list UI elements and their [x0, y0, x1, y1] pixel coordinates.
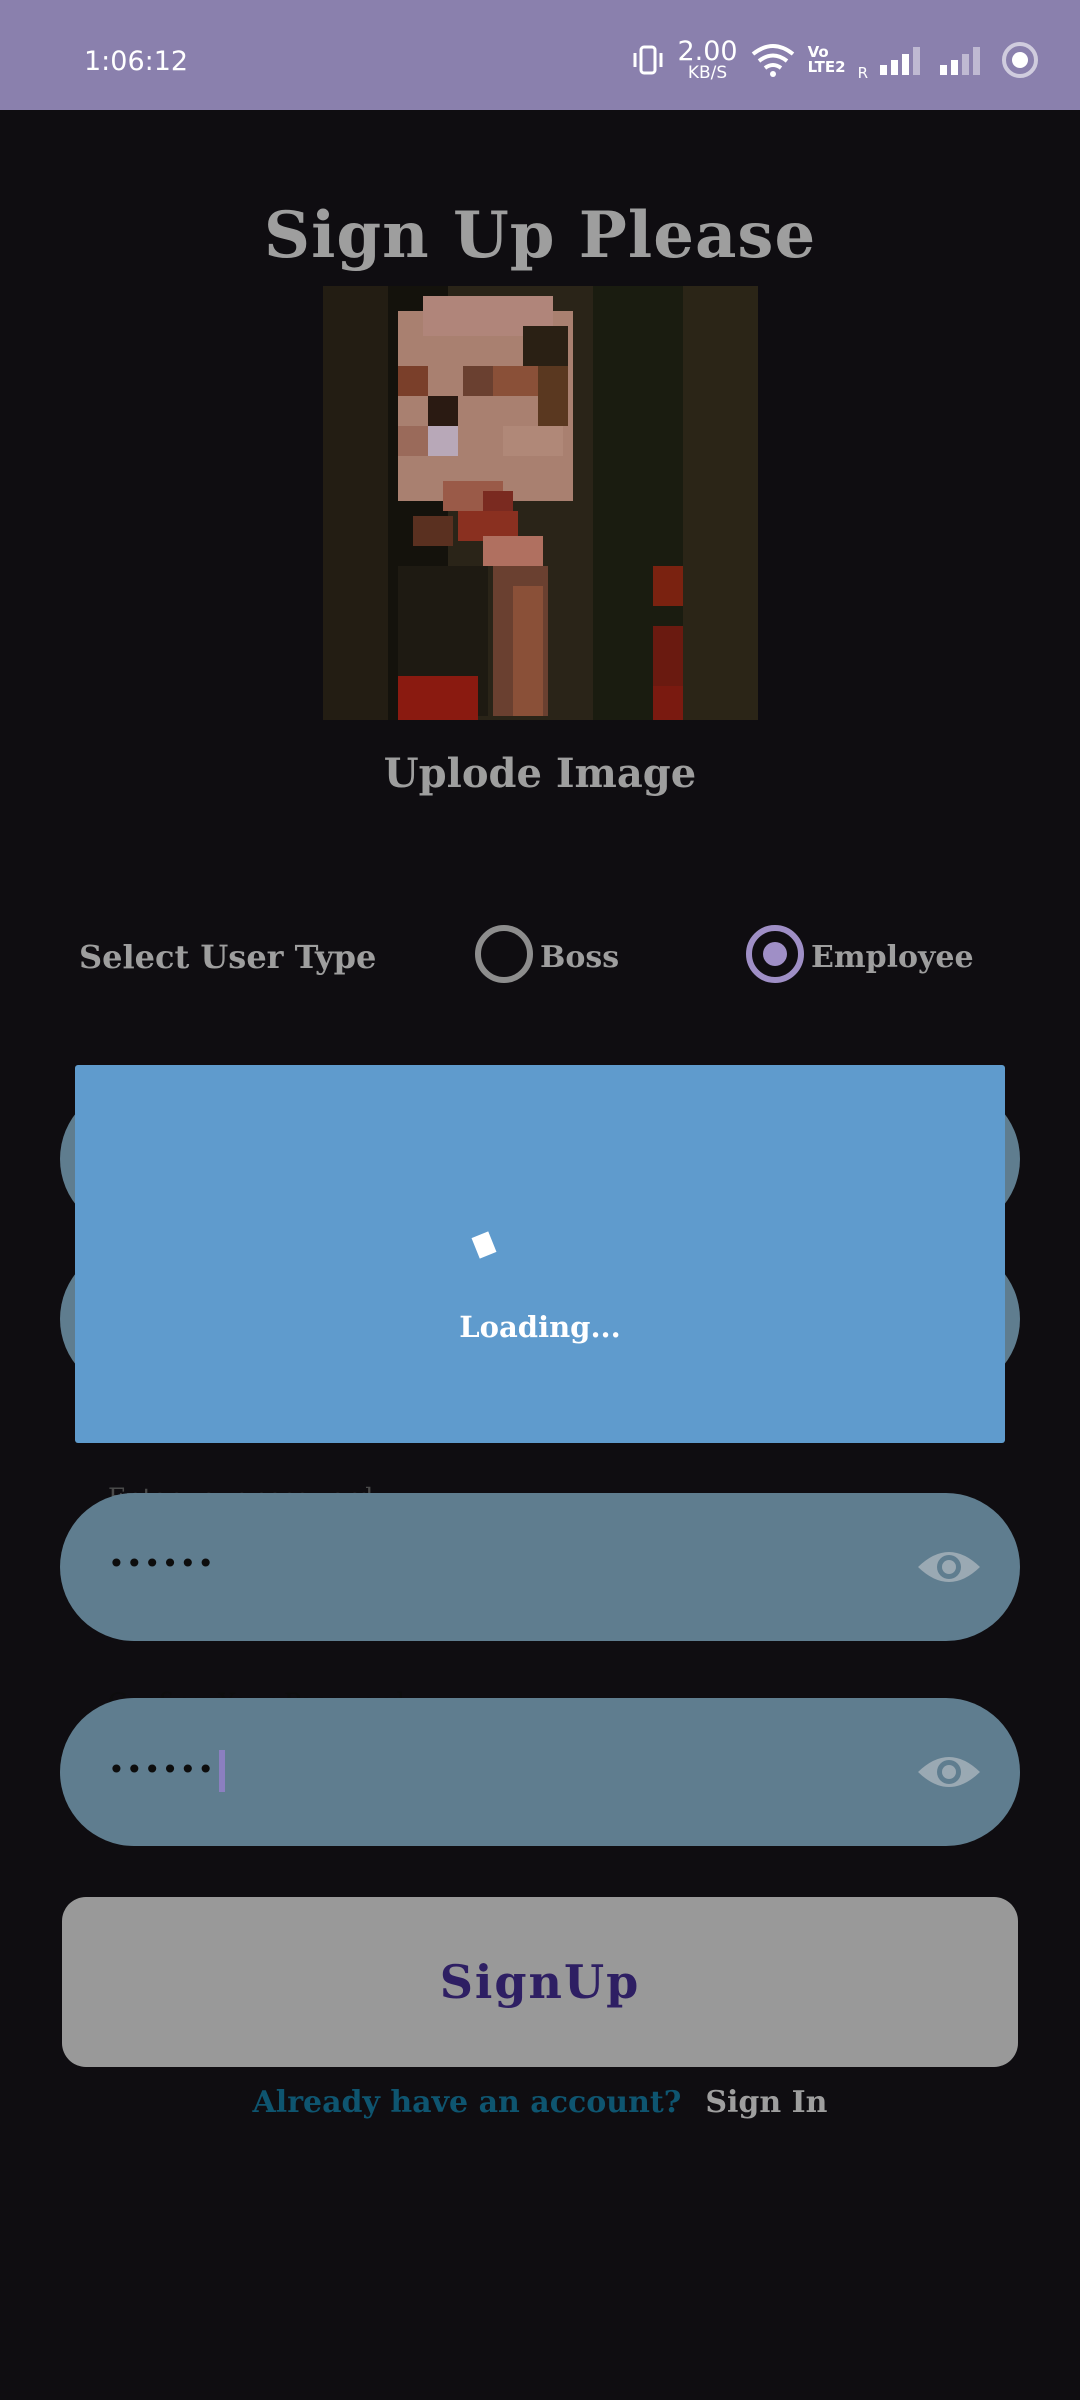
password-value: •••••• — [108, 1547, 216, 1580]
signup-button[interactable]: SignUp — [62, 1897, 1018, 2067]
status-time: 1:06:12 — [84, 46, 189, 77]
volte-line-2: LTE2 — [807, 58, 846, 76]
network-speed-unit: KB/S — [687, 63, 728, 83]
confirm-password-dots: •••••• — [108, 1753, 216, 1786]
status-icons: 2.00 KB/S Vo LTE2 R — [631, 30, 1040, 90]
radio-employee[interactable] — [746, 925, 804, 983]
loading-text: Loading... — [459, 1310, 621, 1344]
eye-icon[interactable] — [916, 1750, 982, 1794]
network-speed-value: 2.00 — [677, 36, 738, 67]
radio-employee-label[interactable]: Employee — [811, 940, 974, 975]
signal-sim1-icon — [880, 47, 920, 75]
loading-dialog — [75, 1065, 1005, 1443]
radio-boss-label[interactable]: Boss — [540, 940, 619, 975]
volte-indicator: Vo LTE2 — [808, 45, 846, 75]
text-cursor — [219, 1750, 226, 1792]
user-type-label: Select User Type — [79, 938, 377, 976]
confirm-password-field[interactable]: •••••• — [60, 1698, 1020, 1846]
have-account-text: Already have an account? — [252, 2085, 682, 2120]
password-field[interactable]: •••••• — [60, 1493, 1020, 1641]
radio-boss[interactable] — [475, 925, 533, 983]
battery-saver-icon — [1002, 42, 1038, 78]
profile-photo — [323, 286, 758, 720]
roaming-indicator: R — [857, 64, 868, 82]
vibrate-icon — [633, 45, 663, 75]
wifi-icon — [751, 44, 794, 77]
signin-prompt: Already have an account? Sign In — [0, 2085, 1080, 2120]
signal-sim2-icon — [940, 47, 980, 75]
status-bar: 1:06:12 2.00 KB/S Vo LTE2 R — [0, 0, 1080, 110]
page-title: Sign Up Please — [263, 198, 817, 273]
confirm-password-value: •••••• — [108, 1750, 226, 1792]
profile-image[interactable] — [323, 286, 758, 720]
network-speed: 2.00 KB/S — [677, 38, 737, 82]
signin-link[interactable]: Sign In — [705, 2085, 827, 2120]
upload-image-button[interactable]: Uplode Image — [0, 750, 1080, 797]
eye-icon[interactable] — [916, 1545, 982, 1589]
